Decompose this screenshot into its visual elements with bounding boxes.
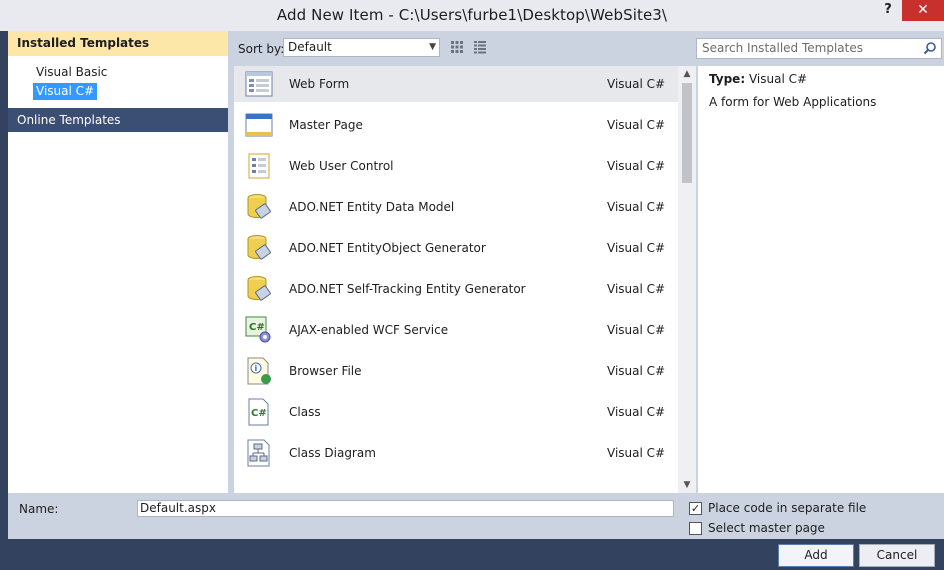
detail-description: A form for Web Applications	[709, 95, 877, 109]
template-name: AJAX-enabled WCF Service	[289, 323, 449, 337]
template-name: Web User Control	[289, 159, 394, 173]
svg-text:C#: C#	[249, 322, 265, 333]
chevron-down-icon: ▼	[429, 42, 436, 52]
dialog-body: Installed Templates Visual Basic Visual …	[8, 31, 944, 539]
template-list: Web Form Visual C# Master Page Visual C# Web…	[234, 66, 696, 493]
class-icon: C#	[244, 398, 274, 426]
scroll-thumb[interactable]	[682, 83, 692, 183]
place-code-label[interactable]: Place code in separate file	[708, 501, 866, 515]
search-input[interactable]: Search Installed Templates	[696, 38, 942, 59]
template-list-scrollbar[interactable]: ▲ ▼	[678, 66, 696, 493]
master-page-checkbox[interactable]	[689, 522, 702, 535]
template-row[interactable]: i Browser File Visual C#	[234, 353, 678, 389]
place-code-checkbox[interactable]: ✓	[689, 502, 702, 515]
cancel-button[interactable]: Cancel	[859, 544, 935, 567]
medium-icons-view-icon[interactable]	[450, 40, 464, 54]
template-category-pane: Installed Templates Visual Basic Visual …	[8, 31, 228, 493]
template-name: ADO.NET EntityObject Generator	[289, 241, 486, 255]
sort-by-value: Default	[288, 40, 332, 54]
template-language: Visual C#	[607, 118, 666, 132]
installed-templates-header[interactable]: Installed Templates	[8, 31, 228, 56]
category-visual-csharp[interactable]: Visual C#	[33, 83, 98, 100]
database-icon	[244, 193, 274, 221]
template-language: Visual C#	[607, 241, 666, 255]
master-page-icon	[244, 111, 274, 139]
scroll-up-icon[interactable]: ▲	[678, 66, 696, 82]
help-button[interactable]: ?	[880, 2, 896, 20]
detail-type-label: Type:	[709, 72, 746, 86]
browser-file-icon: i	[244, 357, 274, 385]
svg-text:i: i	[255, 364, 258, 373]
template-name: Web Form	[289, 77, 350, 91]
template-language: Visual C#	[607, 77, 666, 91]
search-icon[interactable]	[923, 41, 937, 55]
window-title: Add New Item - C:\Users\furbe1\Desktop\W…	[276, 6, 668, 24]
template-name: ADO.NET Self-Tracking Entity Generator	[289, 282, 526, 296]
template-row[interactable]: C# AJAX-enabled WCF Service Visual C#	[234, 312, 678, 348]
template-row[interactable]: Web User Control Visual C#	[234, 148, 678, 184]
search-placeholder: Search Installed Templates	[702, 41, 863, 55]
detail-type: Type: Visual C#	[709, 72, 807, 86]
svg-text:C#: C#	[251, 408, 267, 419]
template-language: Visual C#	[607, 282, 666, 296]
template-name: Browser File	[289, 364, 362, 378]
sort-by-select[interactable]: Default ▼	[283, 38, 440, 57]
user-control-icon	[244, 152, 274, 180]
template-row[interactable]: ADO.NET Self-Tracking Entity Generator Vi…	[234, 271, 678, 307]
template-language: Visual C#	[607, 159, 666, 173]
sort-by-label: Sort by:	[238, 42, 285, 56]
template-language: Visual C#	[607, 200, 666, 214]
template-row[interactable]: Class Diagram Visual C#	[234, 435, 678, 471]
template-row[interactable]: Web Form Visual C#	[234, 66, 678, 102]
database-icon	[244, 234, 274, 262]
online-templates-header[interactable]: Online Templates	[8, 108, 228, 132]
master-page-label[interactable]: Select master page	[708, 521, 825, 535]
template-language: Visual C#	[607, 323, 666, 337]
detail-type-value: Visual C#	[748, 72, 808, 86]
template-row[interactable]: ADO.NET Entity Data Model Visual C#	[234, 189, 678, 225]
web-form-icon	[244, 70, 274, 98]
template-name: Class Diagram	[289, 446, 376, 460]
template-detail-pane: Type: Visual C# A form for Web Applicati…	[698, 66, 944, 493]
add-button[interactable]: Add	[778, 544, 854, 567]
template-language: Visual C#	[607, 446, 666, 460]
database-icon	[244, 275, 274, 303]
close-button[interactable]: ✕	[902, 0, 944, 21]
template-name: Class	[289, 405, 321, 419]
template-row[interactable]: Master Page Visual C#	[234, 107, 678, 143]
template-row[interactable]: ADO.NET EntityObject Generator Visual C#	[234, 230, 678, 266]
title-bar: Add New Item - C:\Users\furbe1\Desktop\W…	[0, 0, 944, 31]
wcf-service-icon: C#	[244, 316, 274, 344]
template-row[interactable]: C# Class Visual C#	[234, 394, 678, 430]
class-diagram-icon	[244, 439, 274, 467]
template-language: Visual C#	[607, 405, 666, 419]
scroll-down-icon[interactable]: ▼	[678, 477, 696, 493]
name-label: Name:	[19, 502, 59, 516]
name-input[interactable]: Default.aspx	[137, 500, 674, 517]
template-language: Visual C#	[607, 364, 666, 378]
category-visual-basic[interactable]: Visual Basic	[33, 64, 110, 81]
template-name: ADO.NET Entity Data Model	[289, 200, 455, 214]
details-view-icon[interactable]	[473, 40, 487, 54]
template-name: Master Page	[289, 118, 363, 132]
